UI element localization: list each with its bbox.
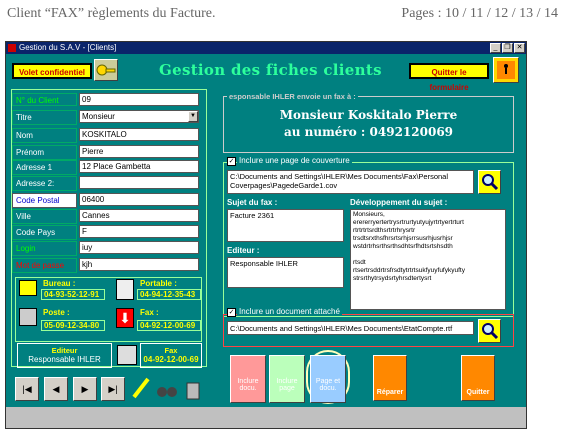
binoculars-icon[interactable]: [155, 377, 179, 401]
fax-field[interactable]: 04-92-12-00-69: [137, 320, 201, 331]
search-icon[interactable]: [478, 170, 501, 194]
pencil-icon[interactable]: [130, 375, 152, 401]
page-et-docu-button[interactable]: Page et docu.: [310, 355, 346, 403]
sujet-field[interactable]: Facture 2361: [227, 209, 344, 242]
code-postal-field[interactable]: 06400: [79, 193, 199, 206]
code-pays-field[interactable]: F: [79, 225, 199, 238]
titre-label: Titre: [12, 110, 77, 125]
minimize-button[interactable]: _: [490, 43, 501, 53]
attach-checkbox-label: Inclure un document attaché: [237, 307, 342, 316]
app-icon: [8, 44, 16, 52]
code-postal-label: Code Postal: [12, 193, 77, 208]
portable-field[interactable]: 04-94-12-35-43: [137, 289, 201, 300]
cover-checkbox[interactable]: ✓: [227, 157, 236, 166]
titre-select[interactable]: Monsieur: [79, 110, 199, 123]
mobile-icon: [116, 279, 134, 300]
nom-field[interactable]: KOSKITALO: [79, 128, 199, 141]
cover-editeur-field[interactable]: Responsable IHLER: [227, 257, 344, 288]
next-record-button[interactable]: ▶: [73, 377, 97, 401]
attach-path-field[interactable]: C:\Documents and Settings\IHLER\Mes Docu…: [227, 321, 474, 335]
bureau-field[interactable]: 04-93-52-12-91: [41, 289, 105, 300]
editeur-title: Editeur: [51, 346, 78, 355]
fax-label: Fax :: [140, 308, 159, 317]
status-strip: [6, 407, 526, 428]
mot-de-passe-label: Mot de passe: [12, 258, 77, 273]
app-window: Gestion du S.A.V - [Clients] _ ❐ ✕ Volet…: [5, 41, 527, 429]
code-pays-label: Code Pays: [12, 225, 77, 240]
quitter-button[interactable]: Quitter: [461, 355, 495, 401]
desk-phone-icon: [19, 308, 37, 326]
num-client-label: N° du Client: [12, 93, 77, 106]
adresse1-label: Adresse 1: [12, 160, 77, 175]
recipient-name: Monsieur Koskitalo Pierre: [279, 108, 458, 122]
editeur-name: Responsable IHLER: [28, 355, 101, 364]
ville-label: Ville: [12, 209, 77, 224]
ville-field[interactable]: Cannes: [79, 209, 199, 222]
prenom-field[interactable]: Pierre: [79, 145, 199, 158]
poste-label: Poste :: [43, 308, 70, 317]
developpement-field[interactable]: Monsieurs, erererryertertrysrtrurtyutyuj…: [350, 209, 506, 310]
quitter-formulaire-button[interactable]: Quitter le formulaire: [409, 63, 489, 92]
main-title: Gestion des fiches clients: [159, 61, 382, 79]
nom-label: Nom: [12, 128, 77, 143]
first-record-button[interactable]: |◀: [15, 377, 39, 401]
num-client-field[interactable]: 09: [79, 93, 199, 106]
last-record-button[interactable]: ▶|: [101, 377, 125, 401]
send-info-caption: esponsable IHLER envoie un fax à :: [227, 92, 358, 101]
sujet-label: Sujet du fax :: [227, 198, 278, 207]
page-header-right: Pages : 10 / 11 / 12 / 13 / 14: [401, 6, 558, 21]
poste-field[interactable]: 05-09-12-34-80: [41, 320, 105, 331]
chevron-down-icon[interactable]: ▼: [188, 111, 198, 122]
login-field[interactable]: iuy: [79, 241, 199, 254]
cover-path-field[interactable]: C:\Documents and Settings\IHLER\Mes Docu…: [227, 170, 474, 194]
attach-search-icon[interactable]: [478, 319, 501, 343]
trash-icon[interactable]: [182, 377, 204, 401]
adresse2-label: Adresse 2:: [12, 176, 77, 191]
reparer-button[interactable]: Réparer: [373, 355, 407, 401]
title-bar: Gestion du S.A.V - [Clients]: [6, 42, 526, 54]
adresse1-field[interactable]: 12 Place Gambetta: [79, 160, 199, 173]
mot-de-passe-field[interactable]: kjh: [79, 258, 199, 271]
prenom-label: Prénom: [12, 145, 77, 160]
cover-checkbox-label: Inclure une page de couverture: [237, 156, 352, 165]
exit-icon[interactable]: [493, 57, 519, 83]
inclure-page-button[interactable]: Inclure page: [269, 355, 305, 403]
phone-icon: [19, 280, 37, 296]
bureau-label: Bureau :: [43, 279, 76, 288]
page-header-left: Client “FAX” règlements du Facture.: [7, 6, 216, 21]
developpement-label: Développement du sujet :: [350, 198, 448, 207]
fax-icon: ⬇: [116, 308, 134, 328]
recipient-number: au numéro : 0492120069: [283, 125, 454, 139]
cover-editeur-label: Editeur :: [227, 246, 260, 255]
close-button[interactable]: ✕: [514, 43, 525, 53]
adresse2-field[interactable]: [79, 176, 199, 189]
editeur-fax-label: Fax: [164, 346, 178, 355]
login-label: Login: [12, 241, 77, 256]
attach-checkbox[interactable]: ✓: [227, 308, 236, 317]
inclure-docu-button[interactable]: Inclure docu.: [230, 355, 266, 403]
prev-record-button[interactable]: ◀: [44, 377, 68, 401]
restore-button[interactable]: ❐: [502, 43, 513, 53]
volet-confidentiel-button[interactable]: Volet confidentiel: [12, 63, 92, 79]
editeur-fax-number: 04-92-12-00-69: [143, 355, 199, 364]
portable-label: Portable :: [140, 279, 177, 288]
fax-machine-icon: [117, 345, 137, 365]
key-icon[interactable]: [94, 59, 118, 81]
